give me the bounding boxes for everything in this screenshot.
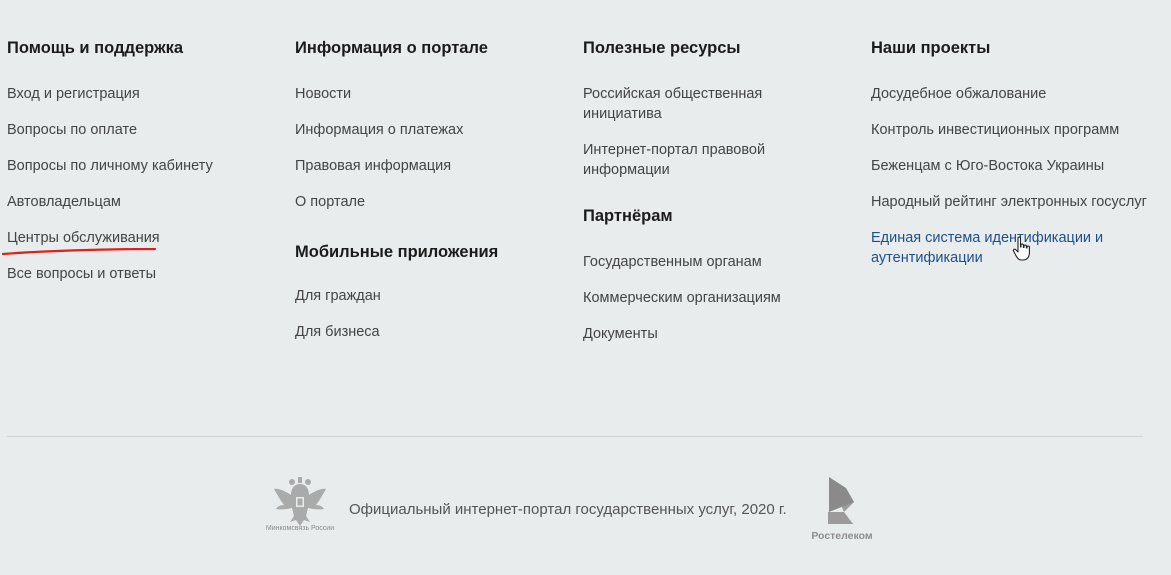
link-payment-info[interactable]: Информация о платежах [295, 122, 463, 138]
emblem-caption: Минкомсвязь России [265, 525, 335, 532]
link-commercial-orgs[interactable]: Коммерческим организациям [583, 290, 781, 306]
link-esia[interactable]: Единая система идентификации и аутентифи… [871, 230, 1103, 266]
column-title-resources: Полезные ресурсы [583, 39, 741, 57]
copyright-text: Официальный интернет-портал государствен… [349, 501, 787, 518]
link-for-citizens[interactable]: Для граждан [295, 288, 381, 304]
link-documents[interactable]: Документы [583, 326, 658, 342]
footer-column-help: Помощь и поддержка Вход и регистрация Во… [7, 38, 213, 300]
rostelecom-logo-icon [828, 477, 854, 524]
column-title-projects: Наши проекты [871, 39, 991, 57]
link-all-questions[interactable]: Все вопросы и ответы [7, 266, 156, 282]
link-public-initiative[interactable]: Российская общественная инициатива [583, 86, 762, 122]
column-title-help: Помощь и поддержка [7, 39, 184, 57]
link-government-bodies[interactable]: Государственным органам [583, 254, 762, 270]
annotation-underline [2, 248, 156, 256]
footer-divider [7, 436, 1143, 437]
link-investment-control[interactable]: Контроль инвестиционных программ [871, 122, 1119, 138]
link-pretrial-appeal[interactable]: Досудебное обжалование [871, 86, 1046, 102]
footer-column-projects: Наши проекты Досудебное обжалование Конт… [871, 38, 1147, 268]
footer-column-resources: Полезные ресурсы Российская общественная… [583, 38, 783, 360]
link-public-rating[interactable]: Народный рейтинг электронных госуслуг [871, 194, 1147, 210]
column-title-mobile-apps: Мобильные приложения [295, 243, 499, 261]
link-login-registration[interactable]: Вход и регистрация [7, 86, 140, 102]
link-service-centers[interactable]: Центры обслуживания [7, 230, 160, 246]
link-car-owners[interactable]: Автовладельцам [7, 194, 121, 210]
link-personal-account-questions[interactable]: Вопросы по личному кабинету [7, 158, 213, 174]
link-legal-portal[interactable]: Интернет-портал правовой информации [583, 142, 765, 178]
footer-column-portal-info: Информация о портале Новости Информация … [295, 38, 498, 358]
link-legal-info[interactable]: Правовая информация [295, 158, 451, 174]
link-about-portal[interactable]: О портале [295, 194, 365, 210]
link-news[interactable]: Новости [295, 86, 351, 102]
link-payment-questions[interactable]: Вопросы по оплате [7, 122, 137, 138]
link-for-business[interactable]: Для бизнеса [295, 324, 380, 340]
column-title-partners: Партнёрам [583, 207, 673, 225]
link-refugees[interactable]: Беженцам с Юго-Востока Украины [871, 158, 1104, 174]
column-title-portal-info: Информация о портале [295, 39, 488, 57]
coat-of-arms-icon [274, 477, 326, 526]
rostelecom-logo-text: Ростелеком [811, 530, 873, 542]
hand-cursor-icon [1012, 236, 1030, 261]
